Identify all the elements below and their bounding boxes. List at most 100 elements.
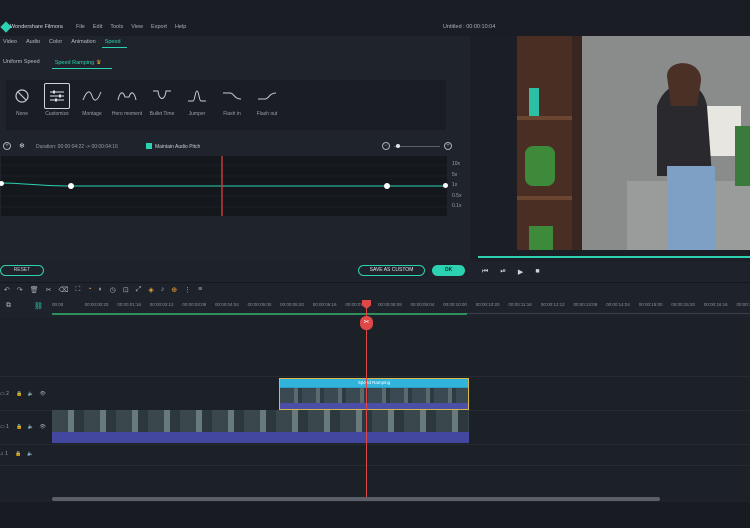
- preset-flash-out[interactable]: Flash out: [251, 80, 283, 130]
- track-header-audio-1: ♫ 1 🔒 🔈: [0, 451, 33, 457]
- duration-text: Duration: 00:00:04:22 -> 00:00:04:16: [36, 144, 118, 150]
- preset-flash-in[interactable]: Flash in: [216, 80, 248, 130]
- track-divider: [0, 376, 750, 377]
- ruler-tick-label: 00:00:11:16: [508, 302, 532, 307]
- maintain-audio-pitch-checkbox[interactable]: [146, 143, 152, 149]
- subtab-uniform-speed[interactable]: Uniform Speed: [0, 59, 50, 69]
- timer-icon[interactable]: ◷: [110, 286, 116, 294]
- ruler-tick-label: 00:00:01:16: [117, 302, 141, 307]
- preset-customize[interactable]: Customize: [41, 80, 73, 130]
- preset-none[interactable]: None: [6, 80, 38, 130]
- speed-icon[interactable]: ◔: [87, 286, 91, 294]
- speed-scale-label: 10x: [452, 161, 461, 167]
- audio-icon[interactable]: ♪: [161, 286, 165, 294]
- tab-audio[interactable]: Audio: [23, 39, 46, 48]
- main-video-clip[interactable]: [52, 410, 469, 443]
- mute-icon[interactable]: 🔈: [28, 391, 34, 397]
- preset-hero-moment[interactable]: Hero moment: [111, 80, 143, 130]
- maintain-audio-pitch-label: Maintain Audio Pitch: [155, 144, 201, 150]
- keyframe-point[interactable]: [68, 183, 74, 189]
- playback-progress-bar[interactable]: [478, 256, 750, 258]
- lock-icon[interactable]: 🔒: [16, 424, 22, 430]
- tab-speed[interactable]: Speed: [101, 39, 127, 48]
- preview-panel: ⏮ ⏯ ▶ ■: [470, 36, 750, 276]
- zoom-slider-track[interactable]: [394, 146, 440, 147]
- eye-icon[interactable]: 👁: [40, 424, 46, 430]
- tab-video[interactable]: Video: [0, 39, 23, 48]
- menu-file[interactable]: File: [76, 24, 85, 30]
- ruler-tick-label: 00:00:14:04: [606, 302, 630, 307]
- speed-control-row: + ❄ Duration: 00:00:04:22 -> 00:00:04:16…: [0, 141, 470, 153]
- save-as-custom-button[interactable]: SAVE AS CUSTOM: [358, 265, 425, 276]
- keyframe-icon[interactable]: ◈: [148, 286, 153, 294]
- menu-edit[interactable]: Edit: [93, 24, 102, 30]
- split-icon[interactable]: ⋮: [184, 286, 191, 294]
- clip-thumbnails: [52, 410, 469, 432]
- split-scissor-icon[interactable]: ✂: [360, 316, 373, 330]
- stabilize-icon[interactable]: ⊡: [123, 286, 129, 294]
- timeline-ruler[interactable]: 00:00 00:00:00:20 00:00:01:16 00:00:02:12 00…: [52, 302, 750, 318]
- link-icon[interactable]: ⛓: [34, 302, 43, 310]
- ruler-tick-label: 00:00:10:20: [475, 302, 500, 307]
- play-pause-button[interactable]: ⏯: [500, 268, 506, 276]
- fit-icon[interactable]: ⤢: [136, 286, 142, 294]
- track-header-video-1: ▭ 1 🔒 🔈 👁: [0, 424, 46, 430]
- zoom-out-button[interactable]: −: [382, 142, 390, 150]
- preset-bullet-time[interactable]: Bullet Time: [146, 80, 178, 130]
- tab-animation[interactable]: Animation: [68, 39, 101, 48]
- add-keyframe-button[interactable]: +: [3, 142, 11, 150]
- keyframe-point[interactable]: [384, 183, 390, 189]
- eye-icon[interactable]: 👁: [40, 391, 46, 397]
- redo-icon[interactable]: ↷: [17, 286, 23, 294]
- video-preview[interactable]: [517, 36, 750, 250]
- freeze-icon[interactable]: ❄: [19, 142, 25, 150]
- none-icon: [9, 83, 35, 109]
- menu-help[interactable]: Help: [175, 24, 186, 30]
- menu-export[interactable]: Export: [151, 24, 167, 30]
- play-button[interactable]: ▶: [518, 268, 523, 276]
- menu-view[interactable]: View: [131, 24, 143, 30]
- preset-montage[interactable]: Montage: [76, 80, 108, 130]
- ruler-tick-label: 00:00:15:20: [671, 302, 696, 307]
- crown-icon: ♛: [96, 60, 102, 66]
- speed-ramping-clip[interactable]: Speed Ramping: [279, 378, 469, 410]
- ruler-empty-bar: [467, 313, 750, 314]
- mute-icon[interactable]: 🔈: [27, 451, 33, 457]
- prev-frame-button[interactable]: ⏮: [482, 268, 488, 276]
- speed-presets: None Customize Montage Hero moment Bulle…: [6, 80, 446, 130]
- tab-color[interactable]: Color: [46, 39, 68, 48]
- tag-icon[interactable]: ⌫: [59, 286, 69, 294]
- reset-button[interactable]: RESET: [0, 265, 44, 276]
- keyframe-point[interactable]: [443, 183, 448, 188]
- undo-icon[interactable]: ↶: [4, 286, 10, 294]
- add-track-icon[interactable]: ⧉: [6, 302, 11, 310]
- curve-jumper-icon: [184, 83, 210, 109]
- subtab-speed-ramping[interactable]: Speed Ramping ♛: [51, 59, 112, 69]
- detach-icon[interactable]: ≡: [198, 286, 202, 294]
- preset-jumper[interactable]: Jumper: [181, 80, 213, 130]
- stop-button[interactable]: ■: [535, 268, 539, 276]
- video-track-icon: ▭: [0, 391, 5, 397]
- crop-icon[interactable]: ⛶: [75, 286, 80, 294]
- lock-icon[interactable]: 🔒: [15, 451, 21, 457]
- menu-tools[interactable]: Tools: [110, 24, 123, 30]
- ruler-tick-label: 00:00:09:04: [410, 302, 435, 307]
- lock-icon[interactable]: 🔒: [16, 391, 22, 397]
- mute-icon[interactable]: 🔈: [28, 424, 34, 430]
- cut-icon[interactable]: ✂: [46, 286, 52, 294]
- motion-icon[interactable]: ⊕: [171, 286, 177, 294]
- delete-icon[interactable]: 🗑: [30, 286, 39, 294]
- edit-tabs: Video Audio Color Animation Speed: [0, 39, 127, 48]
- zoom-slider-handle[interactable]: [396, 144, 400, 148]
- ok-button[interactable]: OK: [432, 265, 465, 276]
- zoom-in-button[interactable]: +: [444, 142, 452, 150]
- sliders-icon: [44, 83, 70, 109]
- clip-audio-waveform: [280, 403, 468, 409]
- ruler-tick-label: 00:00:02:12: [149, 302, 174, 307]
- preset-jumper-label: Jumper: [188, 111, 206, 117]
- preset-hero-moment-label: Hero moment: [111, 111, 143, 117]
- color-icon[interactable]: ◐: [99, 286, 103, 294]
- music-note-icon: ♫: [0, 451, 4, 457]
- speed-ramp-graph[interactable]: [0, 156, 448, 216]
- timeline-scrollbar[interactable]: [52, 497, 660, 501]
